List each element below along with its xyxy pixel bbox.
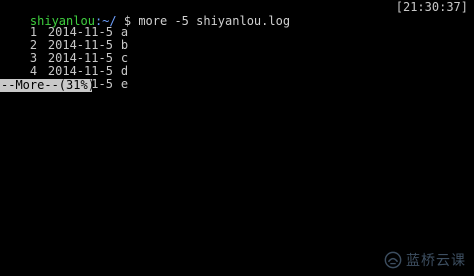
clock-readout: [21:30:37]: [395, 0, 468, 14]
output-line: 2 2014-11-5 b: [1, 26, 128, 52]
line-value: e: [120, 77, 129, 91]
lanqiao-logo-icon: [384, 251, 402, 269]
output-line: 3 2014-11-5 c: [1, 39, 128, 65]
prompt-line: shiyanlou:~/ $ more -5 shiyanlou.log: [1, 0, 290, 28]
output-line: 1 2014-11-5 a: [1, 13, 128, 39]
output-line: 4 2014-11-5 d: [1, 52, 128, 78]
more-status-bar[interactable]: --More--(31%): [0, 79, 95, 92]
watermark: 蓝桥云课: [384, 250, 466, 270]
command-text: more -5 shiyanlou.log: [138, 14, 291, 28]
watermark-text: 蓝桥云课: [406, 253, 466, 269]
terminal-window[interactable]: shiyanlou:~/ $ more -5 shiyanlou.log [21…: [0, 0, 474, 276]
output-line: 52014-11-5e: [1, 65, 128, 91]
